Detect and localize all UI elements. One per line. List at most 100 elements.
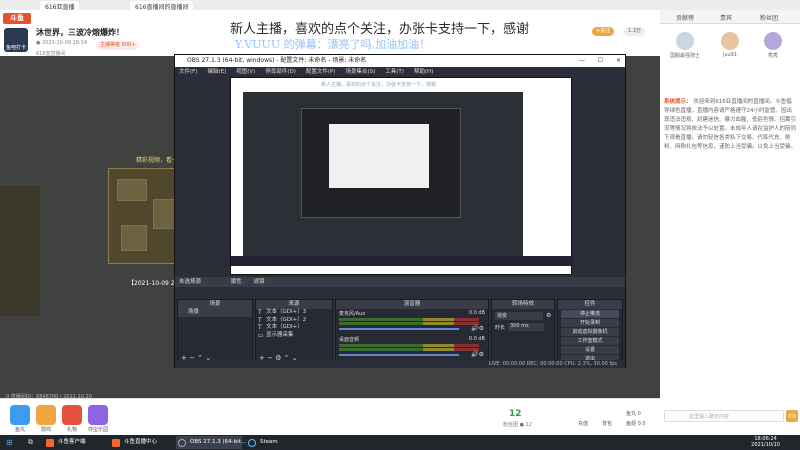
browser-tab-strip: 616亚直播 616直播间的直播间 xyxy=(0,0,800,11)
follow-count: 1.3万 xyxy=(624,27,645,36)
speaker-icon[interactable]: 🔊⚙ xyxy=(471,351,484,358)
gift-present[interactable]: 礼物 xyxy=(62,405,82,433)
tab-vip[interactable]: 贵宾 xyxy=(720,13,732,22)
text-icon: T xyxy=(258,309,262,316)
fan-rank-2[interactable]: juu91 xyxy=(715,32,745,58)
gift-fishball[interactable]: 鱼丸 xyxy=(10,405,30,433)
avatar xyxy=(676,32,694,50)
menu-profile[interactable]: 配置文件(P) xyxy=(306,69,336,75)
settings-button[interactable]: 设置 xyxy=(561,346,619,354)
maximize-icon[interactable]: ☐ xyxy=(598,55,603,67)
source-selection-bar: 未选择源 属性 滤镜 xyxy=(175,277,625,287)
fan-name: 国服最强骑士 xyxy=(670,53,701,59)
filters-button[interactable]: 滤镜 xyxy=(254,279,265,285)
menu-view[interactable]: 视图(V) xyxy=(236,69,255,75)
controls-dock: 控件 停止推流 开始录制 启动虚拟摄像机 工作室模式 设置 退出 xyxy=(557,299,623,365)
obs-statusbar: LIVE: 00:00:00 REC: 00:00:00 CPU: 2.3%, … xyxy=(175,360,625,368)
volume-meter xyxy=(339,322,479,325)
gift-treasure[interactable]: 夺宝乐园 xyxy=(88,405,108,433)
follow-button[interactable]: +关注 xyxy=(592,27,615,36)
level-badge: 主播等级 500+ xyxy=(96,41,140,50)
studio-mode-button[interactable]: 工作室模式 xyxy=(561,337,619,345)
dock-title: 混音器 xyxy=(336,300,488,309)
volume-slider[interactable] xyxy=(339,328,459,330)
douyu-studio-icon xyxy=(112,439,120,447)
backpack-button[interactable]: 背包 xyxy=(602,420,612,427)
taskbar-item-douyu-client[interactable]: 斗鱼客户端 xyxy=(44,436,102,449)
chat-input[interactable]: 这里输入聊天内容 xyxy=(664,410,784,422)
tab-fan-club[interactable]: 粉丝团 xyxy=(760,13,778,22)
preview-danmu: 新人主播，喜欢的点个关注，办张卡支持一下，感谢 xyxy=(321,82,437,88)
preview-nested-screen xyxy=(329,124,429,188)
taskbar-label: 斗鱼客户端 xyxy=(58,439,86,445)
clip-caption: 【2021-10-09 2... xyxy=(128,280,181,287)
screen: 616亚直播 616直播间的直播间 斗鱼 鱼吧打卡 沐世界，三波冷熔爆炸！ ● … xyxy=(0,0,800,450)
taskbar-item-obs[interactable]: OBS 27.1.3 (64-bit... xyxy=(176,436,246,449)
task-view-icon[interactable]: ⧉ xyxy=(28,438,33,447)
obs-titlebar[interactable]: OBS 27.1.3 (64-bit, windows) - 配置文件: 未命名… xyxy=(175,55,625,67)
menu-file[interactable]: 文件(F) xyxy=(179,69,197,75)
menu-edit[interactable]: 编辑(E) xyxy=(207,69,226,75)
avatar xyxy=(764,32,782,50)
transition-select[interactable]: 渐变 xyxy=(495,312,543,320)
streamer-avatar[interactable]: 鱼吧打卡 xyxy=(4,28,28,52)
fan-club-count: 12 xyxy=(509,409,522,419)
duration-input[interactable]: 300 ms xyxy=(508,323,544,331)
fan-rank-1[interactable]: 国服最强骑士 xyxy=(670,32,700,59)
volume-meter xyxy=(339,348,479,351)
douyu-logo[interactable]: 斗鱼 xyxy=(3,13,31,24)
send-button[interactable]: 发送 xyxy=(786,410,798,422)
fan-rank-3[interactable]: 秀秀 xyxy=(758,32,788,59)
obs-preview[interactable]: 新人主播，喜欢的点个关注，办张卡支持一下，感谢 xyxy=(230,77,573,275)
gift-label: 弱鸡 xyxy=(40,427,51,433)
obs-title: OBS 27.1.3 (64-bit, windows) - 配置文件: 未命名… xyxy=(187,57,367,64)
taskbar-label: OBS 27.1.3 (64-bit... xyxy=(190,439,247,445)
source-item[interactable]: T 文本（GDI+） xyxy=(256,324,332,332)
menu-tools[interactable]: 工具(T) xyxy=(385,69,404,75)
properties-button[interactable]: 属性 xyxy=(231,279,242,285)
recharge-button[interactable]: 充值 xyxy=(578,420,588,427)
fan-club-label[interactable]: 粉丝团 ● 12 xyxy=(503,421,532,428)
speaker-icon[interactable]: 🔊⚙ xyxy=(471,325,484,332)
notice-text: 欢迎来到616亚直播间的直播间。斗鱼倡导绿色直播，直播内容请严格遵守24小时监管… xyxy=(664,99,797,150)
taskbar-item-douyu-studio[interactable]: 斗鱼直播中心 xyxy=(110,436,172,449)
clock-date: 2021/10/10 xyxy=(751,442,780,448)
source-item[interactable]: T 文本（GDI+）3 xyxy=(256,309,332,317)
volume-slider[interactable] xyxy=(339,354,459,356)
menu-scene-collection[interactable]: 场景集合(S) xyxy=(345,69,375,75)
gear-icon[interactable]: ⚙ xyxy=(546,312,551,319)
minimize-icon[interactable]: — xyxy=(579,55,585,67)
gift-weak-chicken[interactable]: 弱鸡 xyxy=(36,405,56,433)
menu-docks[interactable]: 停靠部件(D) xyxy=(265,69,296,75)
source-name: 显示器采集 xyxy=(266,331,294,338)
windows-start-icon[interactable]: ⊞ xyxy=(6,438,13,447)
browser-tab[interactable]: 616直播间的直播间 xyxy=(130,1,194,11)
avatar-label: 鱼吧打卡 xyxy=(5,45,26,51)
taskbar-item-steam[interactable]: Steam xyxy=(246,436,292,449)
start-recording-button[interactable]: 开始录制 xyxy=(561,319,619,327)
douyu-app-icon xyxy=(46,439,54,447)
track-db: 0.0 dB xyxy=(468,336,485,342)
obs-window[interactable]: OBS 27.1.3 (64-bit, windows) - 配置文件: 未命名… xyxy=(174,54,626,368)
source-item[interactable]: T 文本（GDI+）2 xyxy=(256,317,332,325)
stream-meta: ● 2021-10-09 18:14 xyxy=(36,40,88,46)
menu-help[interactable]: 帮助(H) xyxy=(414,69,433,75)
fishball-balance: 鱼丸 0 xyxy=(626,411,641,417)
virtual-camera-button[interactable]: 启动虚拟摄像机 xyxy=(561,328,619,336)
volume-meter xyxy=(339,344,479,347)
fan-name: juu91 xyxy=(722,52,738,58)
browser-tab[interactable]: 616亚直播 xyxy=(40,1,80,11)
track-db: 0.0 dB xyxy=(468,310,485,316)
scene-item[interactable]: 场景 xyxy=(178,309,252,317)
avatar xyxy=(721,32,739,50)
windows-taskbar: ⊞ ⧉ 斗鱼客户端 斗鱼直播中心 OBS 27.1.3 (64-bit... S… xyxy=(0,435,800,450)
close-icon[interactable]: ✕ xyxy=(616,55,621,67)
stop-streaming-button[interactable]: 停止推流 xyxy=(561,310,619,318)
dock-title: 转场特效 xyxy=(492,300,554,309)
track-name: 麦克风/Aux xyxy=(339,311,366,317)
scenes-dock: 场景 场景 + − ⌃ ⌄ xyxy=(177,299,253,365)
system-clock[interactable]: 18:06:24 2021/10/10 xyxy=(751,436,780,448)
source-item[interactable]: ▭ 显示器采集 xyxy=(256,332,332,340)
fan-name: 秀秀 xyxy=(767,53,778,59)
tab-contribution[interactable]: 贡献榜 xyxy=(676,13,694,22)
